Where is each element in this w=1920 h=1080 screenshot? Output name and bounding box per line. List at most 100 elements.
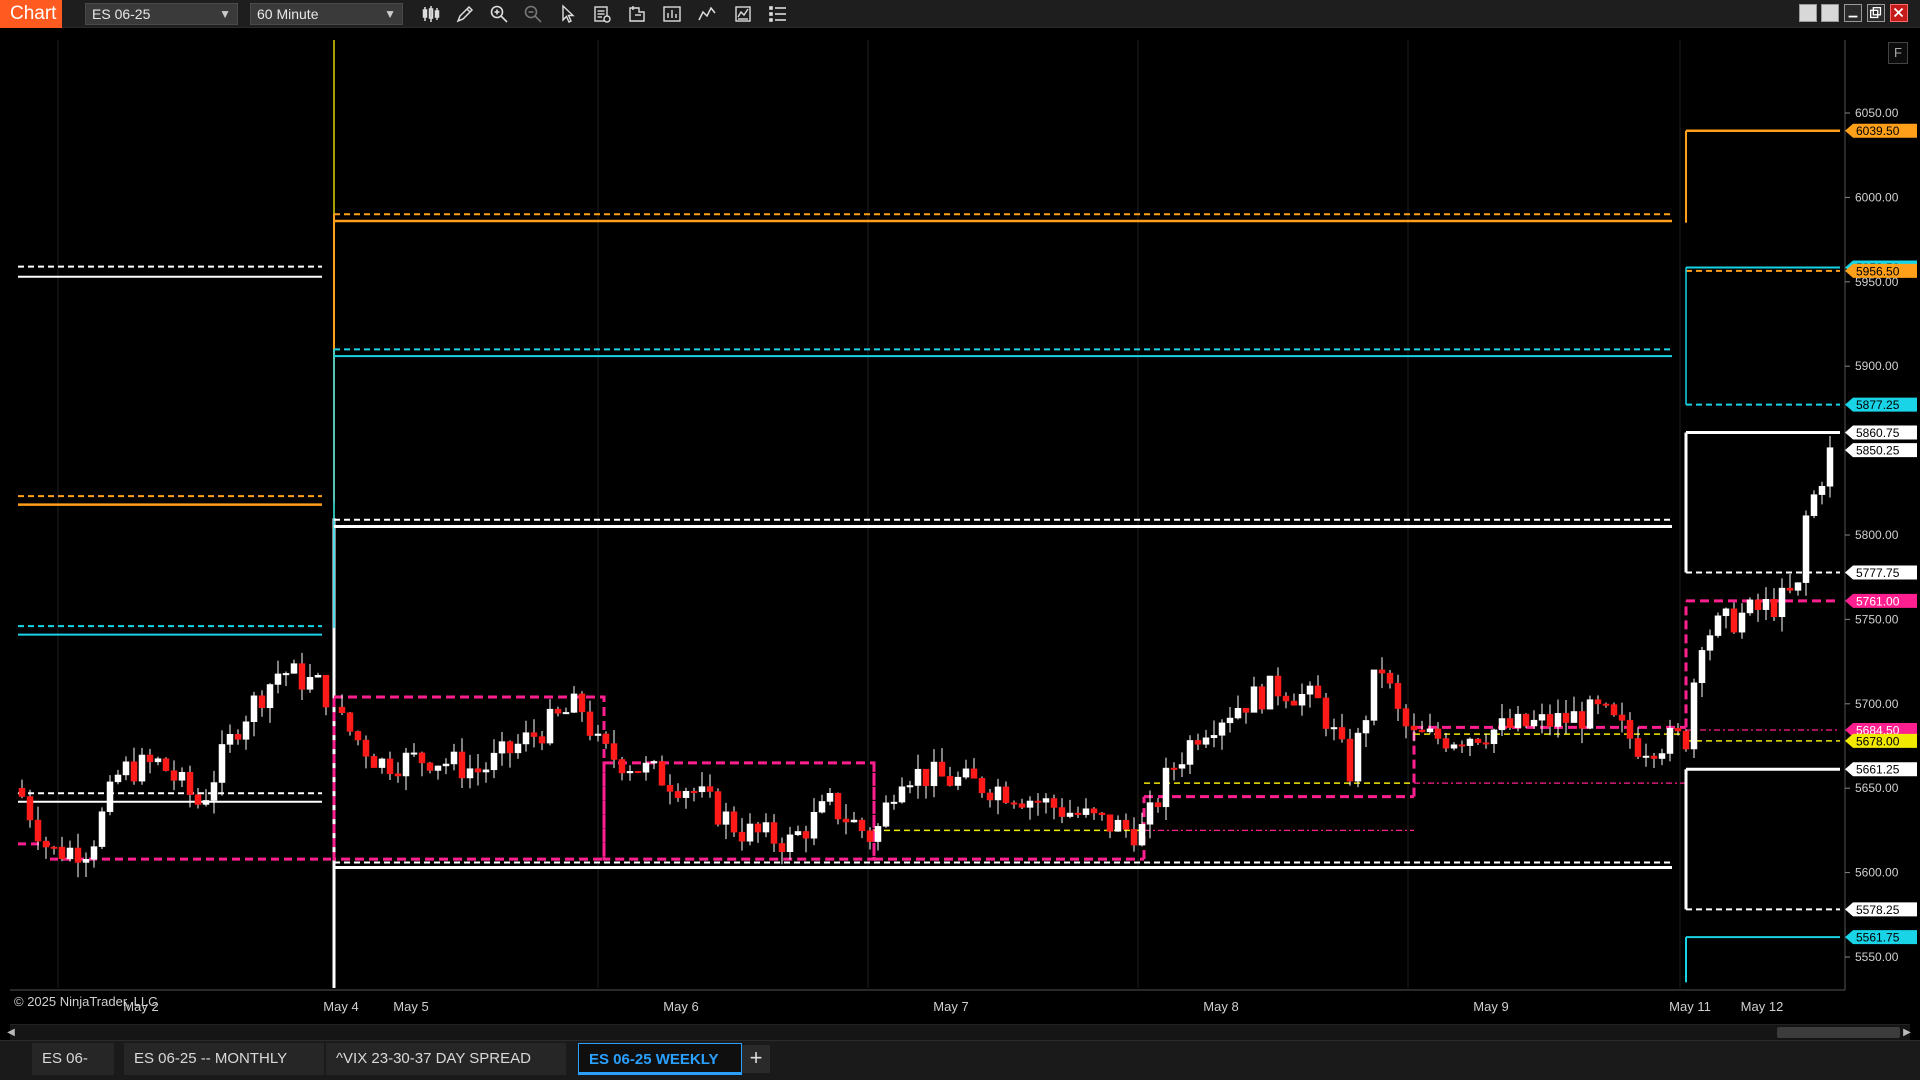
candle (618, 759, 626, 774)
candle (1170, 767, 1178, 770)
candle (386, 758, 394, 774)
candle (1690, 682, 1698, 750)
horizontal-scrollbar[interactable]: ◀ ▶ (7, 1024, 1911, 1040)
add-tab-button[interactable]: + (742, 1045, 770, 1073)
candle (1554, 713, 1562, 727)
candle (1594, 699, 1602, 705)
templates-icon[interactable] (625, 3, 649, 25)
candle (490, 752, 498, 771)
indicators-icon[interactable] (731, 3, 755, 25)
chart-f-button[interactable]: F (1888, 42, 1908, 64)
draw-pencil-icon[interactable] (453, 3, 477, 25)
y-tick-label: 6050.00 (1855, 106, 1899, 120)
candle (298, 663, 306, 690)
candle (1634, 738, 1642, 757)
candle (882, 802, 890, 827)
price-chart[interactable]: 6050.006000.005950.005900.005800.005750.… (0, 28, 1920, 1024)
candle (1610, 704, 1618, 716)
scroll-left-icon[interactable]: ◀ (4, 1025, 18, 1041)
candle (426, 762, 434, 771)
price-marker-label: 5777.75 (1856, 566, 1900, 580)
candle (1674, 728, 1682, 732)
tab-es-0625[interactable]: ES 06-25 (32, 1043, 114, 1075)
data-box-icon[interactable] (590, 3, 614, 25)
candle (1362, 720, 1370, 734)
interval-selector[interactable]: 60 Minute ▼ (250, 3, 403, 25)
candle (314, 675, 322, 678)
candle (218, 744, 226, 783)
candle (1074, 812, 1082, 815)
candle (1658, 753, 1666, 759)
candle (1490, 729, 1498, 745)
minimize-icon[interactable] (1844, 4, 1862, 22)
y-tick-label: 5550.00 (1855, 950, 1899, 964)
price-marker-label: 6039.50 (1856, 124, 1900, 138)
candle (946, 776, 954, 786)
candle (130, 761, 138, 782)
candle (234, 734, 242, 740)
price-marker-label: 5761.00 (1856, 594, 1900, 608)
candle (1002, 786, 1010, 803)
candle (1130, 829, 1138, 846)
candle (658, 761, 666, 786)
candle (666, 785, 674, 792)
candle (866, 830, 874, 842)
x-axis-label: May 12 (1741, 999, 1784, 1014)
chart-tab-bar: ES 06-25 ES 06-25 -- MONTHLY ^VIX 23-30-… (0, 1040, 1920, 1080)
candle (1322, 697, 1330, 729)
candle (754, 823, 762, 833)
x-axis-label: May 9 (1473, 999, 1508, 1014)
list-icon[interactable] (766, 3, 790, 25)
candle (1682, 730, 1690, 750)
candle (90, 846, 98, 860)
y-tick-label: 5600.00 (1855, 866, 1899, 880)
candle (1146, 802, 1154, 825)
chart-panel[interactable]: 6050.00 6000.00 5950.00 5900.00 5800.00 5750.… (0, 28, 1920, 1028)
candle (1706, 635, 1714, 651)
bar-style-icon[interactable] (419, 3, 443, 25)
candle (602, 733, 610, 744)
candle (34, 819, 42, 842)
y-tick-label: 5700.00 (1855, 697, 1899, 711)
tab-vix-day-spread[interactable]: ^VIX 23-30-37 DAY SPREAD (326, 1043, 566, 1075)
tile-icon[interactable] (1799, 4, 1817, 22)
candle (506, 741, 514, 754)
candle (1202, 737, 1210, 745)
candle (546, 708, 554, 744)
candle (1418, 729, 1426, 733)
pointer-icon[interactable] (556, 3, 580, 25)
y-tick-label: 5800.00 (1855, 528, 1899, 542)
scroll-thumb[interactable] (1777, 1027, 1900, 1038)
tab-es-0625-monthly[interactable]: ES 06-25 -- MONTHLY (124, 1043, 324, 1075)
candle (434, 765, 442, 771)
candle (994, 786, 1002, 801)
zoom-in-icon[interactable] (487, 3, 511, 25)
candle (1186, 740, 1194, 765)
candle (770, 822, 778, 844)
candle (746, 823, 754, 842)
candle (1722, 608, 1730, 617)
candle (362, 739, 370, 757)
restore-icon[interactable] (1867, 4, 1885, 22)
candle (138, 754, 146, 782)
properties-icon[interactable] (660, 3, 684, 25)
close-icon[interactable] (1890, 4, 1908, 22)
strategies-icon[interactable] (695, 3, 719, 25)
candle (1218, 722, 1226, 736)
candle (1754, 599, 1762, 610)
candle (74, 847, 82, 863)
candle (810, 811, 818, 839)
candle (682, 791, 690, 798)
y-tick-label: 5900.00 (1855, 359, 1899, 373)
pin-icon[interactable] (1821, 4, 1839, 22)
instrument-selector[interactable]: ES 06-25 ▼ (85, 3, 238, 25)
zoom-out-icon[interactable] (521, 3, 545, 25)
candle (1826, 447, 1834, 487)
price-marker-label: 5561.75 (1856, 931, 1900, 945)
candle (586, 711, 594, 736)
candle (1266, 675, 1274, 710)
candle (1802, 515, 1810, 583)
candle (1034, 800, 1042, 803)
scroll-right-icon[interactable]: ▶ (1900, 1025, 1914, 1041)
tab-es-0625-weekly[interactable]: ES 06-25 WEEKLY (578, 1043, 742, 1075)
